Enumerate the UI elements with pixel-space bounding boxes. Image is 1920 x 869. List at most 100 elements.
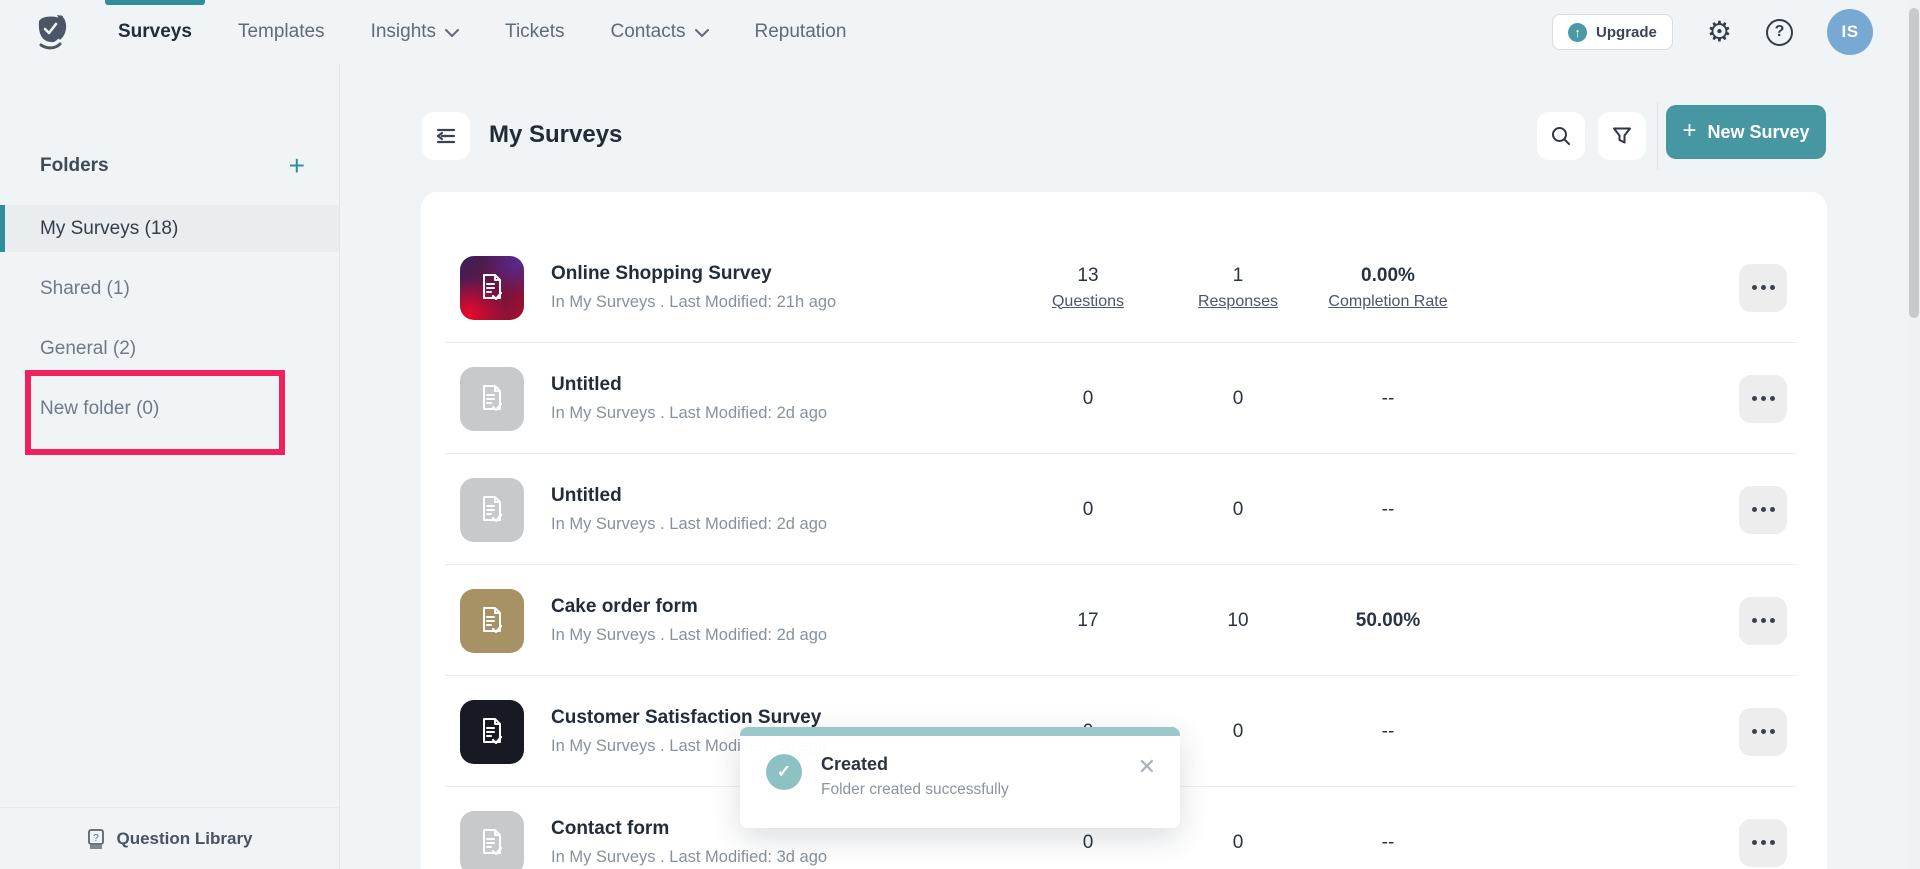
upgrade-button[interactable]: ↑ Upgrade [1552, 14, 1673, 50]
survey-subtitle: In My Surveys . Last Modified: 21h ago [551, 293, 836, 312]
svg-text:?: ? [94, 833, 100, 844]
row-menu-button[interactable] [1739, 486, 1787, 534]
responses-count: 0 [1233, 832, 1244, 854]
row-menu-button[interactable] [1739, 597, 1787, 645]
filter-icon [1611, 126, 1633, 146]
chevron-down-icon [445, 29, 459, 38]
row-menu-button[interactable] [1739, 375, 1787, 423]
survey-title[interactable]: Cake order form [551, 596, 827, 618]
new-survey-button[interactable]: + New Survey [1666, 105, 1826, 159]
responses-stat: 1 Responses [1198, 265, 1278, 311]
nav-tickets[interactable]: Tickets [505, 0, 564, 64]
survey-title[interactable]: Untitled [551, 485, 827, 507]
search-icon [1550, 125, 1572, 147]
nav-insights[interactable]: Insights [371, 0, 459, 64]
completion-value: -- [1382, 721, 1395, 743]
questions-count: 0 [1083, 499, 1094, 521]
folder-item-new-folder[interactable]: New folder (0) [0, 385, 339, 432]
row-menu-button[interactable] [1739, 264, 1787, 312]
document-check-icon [479, 273, 505, 303]
survey-thumbnail [460, 478, 524, 542]
survey-subtitle: In My Surveys . Last Modified: 2d ago [551, 515, 827, 534]
book-question-icon: ? [86, 828, 107, 849]
nav-label: Insights [371, 21, 436, 43]
app-logo-icon[interactable] [34, 12, 70, 52]
survey-subtitle: In My Surveys . Last Modified: 3d ago [551, 848, 827, 867]
responses-count: 0 [1233, 499, 1244, 521]
folder-list: My Surveys (18) Shared (1) General (2) N… [0, 205, 339, 445]
nav-surveys[interactable]: Surveys [118, 0, 192, 64]
survey-title[interactable]: Online Shopping Survey [551, 263, 836, 285]
topbar-actions: ↑ Upgrade ⚙ ? IS [1552, 9, 1873, 55]
upgrade-label: Upgrade [1596, 24, 1657, 41]
survey-thumbnail [460, 811, 524, 869]
nav-label: Templates [238, 21, 325, 43]
toast-message: Folder created successfully [821, 781, 1009, 799]
primary-nav: Surveys Templates Insights Tickets Conta… [118, 0, 846, 64]
row-menu-button[interactable] [1739, 819, 1787, 867]
folders-header: Folders + [40, 152, 305, 180]
page-scrollbar[interactable] [1908, 0, 1920, 869]
nav-templates[interactable]: Templates [238, 0, 325, 64]
completion-value: 0.00% [1328, 265, 1447, 287]
survey-subtitle: In My Surveys . Last Modified: 2d ago [551, 404, 827, 423]
settings-gear-icon[interactable]: ⚙ [1707, 18, 1732, 46]
document-check-icon [479, 606, 505, 636]
survey-row[interactable]: Cake order form In My Surveys . Last Mod… [421, 565, 1827, 676]
row-menu-button[interactable] [1739, 708, 1787, 756]
survey-subtitle: In My Surveys . Last Modified: 2d ago [551, 626, 827, 645]
success-check-icon: ✓ [766, 754, 802, 790]
questions-stat: 13 Questions [1052, 265, 1124, 311]
folder-item-shared[interactable]: Shared (1) [0, 265, 339, 312]
scrollbar-thumb[interactable] [1909, 8, 1919, 318]
survey-thumbnail [460, 367, 524, 431]
questions-count: 17 [1077, 610, 1098, 632]
folders-title: Folders [40, 155, 109, 177]
new-survey-label: New Survey [1707, 122, 1809, 143]
completion-value: -- [1382, 832, 1395, 854]
survey-thumbnail [460, 256, 524, 320]
responses-label[interactable]: Responses [1198, 293, 1278, 311]
completion-value: 50.00% [1356, 610, 1420, 632]
plus-icon: + [1682, 117, 1696, 145]
folders-sidebar: Folders + My Surveys (18) Shared (1) Gen… [0, 64, 340, 869]
collapse-sidebar-button[interactable] [422, 112, 470, 160]
top-navigation-bar: Surveys Templates Insights Tickets Conta… [0, 0, 1920, 64]
completion-stat: 0.00% Completion Rate [1328, 265, 1447, 311]
user-avatar[interactable]: IS [1827, 9, 1873, 55]
nav-label: Tickets [505, 21, 564, 43]
document-check-icon [479, 384, 505, 414]
nav-reputation[interactable]: Reputation [755, 0, 847, 64]
question-library-button[interactable]: ? Question Library [0, 807, 339, 869]
survey-row[interactable]: Untitled In My Surveys . Last Modified: … [421, 454, 1827, 565]
responses-count: 0 [1233, 721, 1244, 743]
completion-label[interactable]: Completion Rate [1328, 293, 1447, 311]
folder-item-my-surveys[interactable]: My Surveys (18) [0, 205, 339, 252]
add-folder-button[interactable]: + [289, 152, 305, 180]
search-button[interactable] [1537, 112, 1585, 160]
completion-value: -- [1382, 499, 1395, 521]
filter-button[interactable] [1598, 112, 1646, 160]
nav-label: Surveys [118, 21, 192, 43]
toast-title: Created [821, 754, 1009, 775]
upgrade-arrow-icon: ↑ [1568, 23, 1587, 42]
folder-item-general[interactable]: General (2) [0, 325, 339, 372]
document-check-icon [479, 828, 505, 858]
document-check-icon [479, 495, 505, 525]
help-icon[interactable]: ? [1766, 19, 1793, 46]
questions-count: 0 [1083, 832, 1094, 854]
responses-count: 10 [1227, 610, 1248, 632]
questions-label[interactable]: Questions [1052, 293, 1124, 311]
survey-title[interactable]: Customer Satisfaction Survey [551, 707, 827, 729]
toast-progress-bar [740, 727, 1180, 736]
nav-label: Reputation [755, 21, 847, 43]
toast-close-icon[interactable]: ✕ [1138, 756, 1156, 778]
survey-row[interactable]: Untitled In My Surveys . Last Modified: … [421, 343, 1827, 454]
survey-title[interactable]: Untitled [551, 374, 827, 396]
page-title: My Surveys [489, 121, 622, 149]
questions-count: 0 [1083, 388, 1094, 410]
nav-contacts[interactable]: Contacts [611, 0, 709, 64]
questions-count: 13 [1052, 265, 1124, 287]
question-library-label: Question Library [116, 829, 252, 849]
survey-row[interactable]: Online Shopping Survey In My Surveys . L… [421, 232, 1827, 343]
